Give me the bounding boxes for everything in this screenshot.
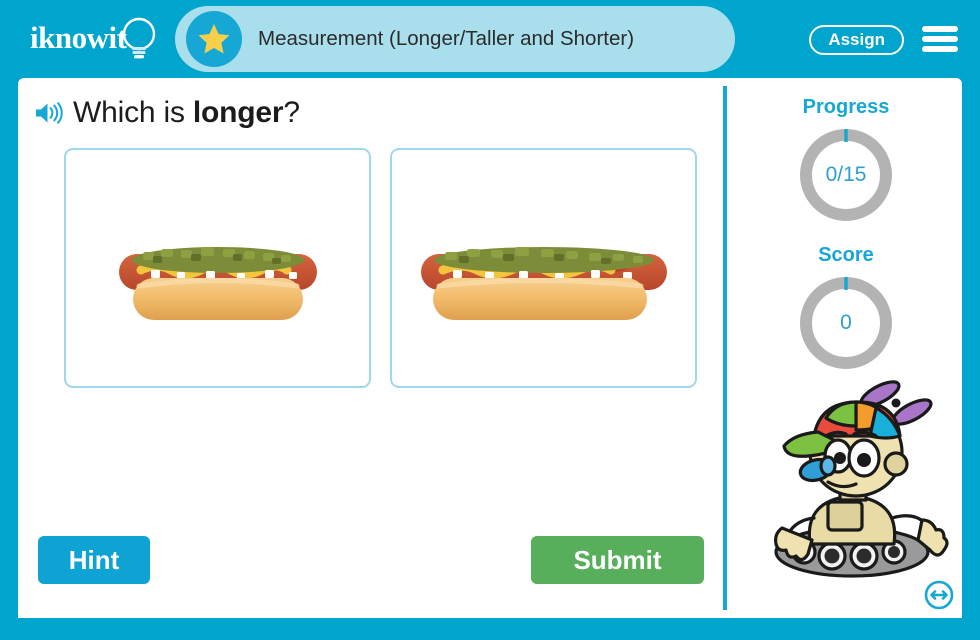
- star-icon: [198, 24, 230, 54]
- sidebar-divider: [723, 86, 727, 610]
- logo-wordmark: iknowit: [30, 20, 127, 55]
- robot-mascot-icon: [774, 380, 949, 578]
- lesson-title-pill: Measurement (Longer/Taller and Shorter): [175, 6, 735, 72]
- lesson-title: Measurement (Longer/Taller and Shorter): [258, 27, 635, 50]
- hot-dog-image-a: [118, 247, 317, 320]
- app-frame: iknowit Measurement (Longer/Taller and S…: [0, 0, 980, 640]
- question-text: Which is longer?: [73, 96, 300, 130]
- score-label: Score: [818, 244, 874, 266]
- score-value: 0: [840, 311, 852, 334]
- menu-bar-2: [922, 36, 958, 42]
- hot-dog-image-b: [420, 247, 667, 320]
- assign-button[interactable]: Assign: [809, 25, 904, 55]
- speaker-icon[interactable]: [34, 100, 64, 126]
- score-ring: 0: [794, 271, 898, 375]
- question-emphasis: longer: [192, 96, 284, 129]
- menu-bar-3: [922, 46, 958, 52]
- content-area: Which is longer? Hint Submit Progress 0/…: [18, 78, 962, 618]
- progress-ring: 0/15: [794, 123, 898, 227]
- progress-meter: Progress 0/15: [730, 96, 962, 227]
- app-header: iknowit Measurement (Longer/Taller and S…: [0, 0, 980, 78]
- iknowit-logo[interactable]: iknowit: [28, 14, 168, 66]
- question-row: Which is longer?: [34, 96, 300, 130]
- question-suffix: ?: [283, 96, 300, 129]
- answer-choice-a[interactable]: [64, 148, 371, 388]
- submit-button[interactable]: Submit: [531, 536, 704, 584]
- horizontal-resize-arrows-icon[interactable]: [924, 580, 954, 610]
- progress-value: 0/15: [825, 163, 867, 186]
- answer-choice-b[interactable]: [390, 148, 697, 388]
- star-badge: [186, 11, 242, 67]
- hint-button[interactable]: Hint: [38, 536, 150, 584]
- menu-bar-1: [922, 26, 958, 32]
- question-prefix: Which is: [73, 96, 193, 129]
- progress-label: Progress: [802, 96, 890, 118]
- score-meter: Score 0: [730, 244, 962, 375]
- answer-choices: [64, 148, 697, 388]
- lightbulb-icon: [122, 17, 156, 59]
- status-sidebar: Progress 0/15 Score 0: [730, 78, 962, 618]
- hamburger-menu-icon[interactable]: [922, 24, 958, 54]
